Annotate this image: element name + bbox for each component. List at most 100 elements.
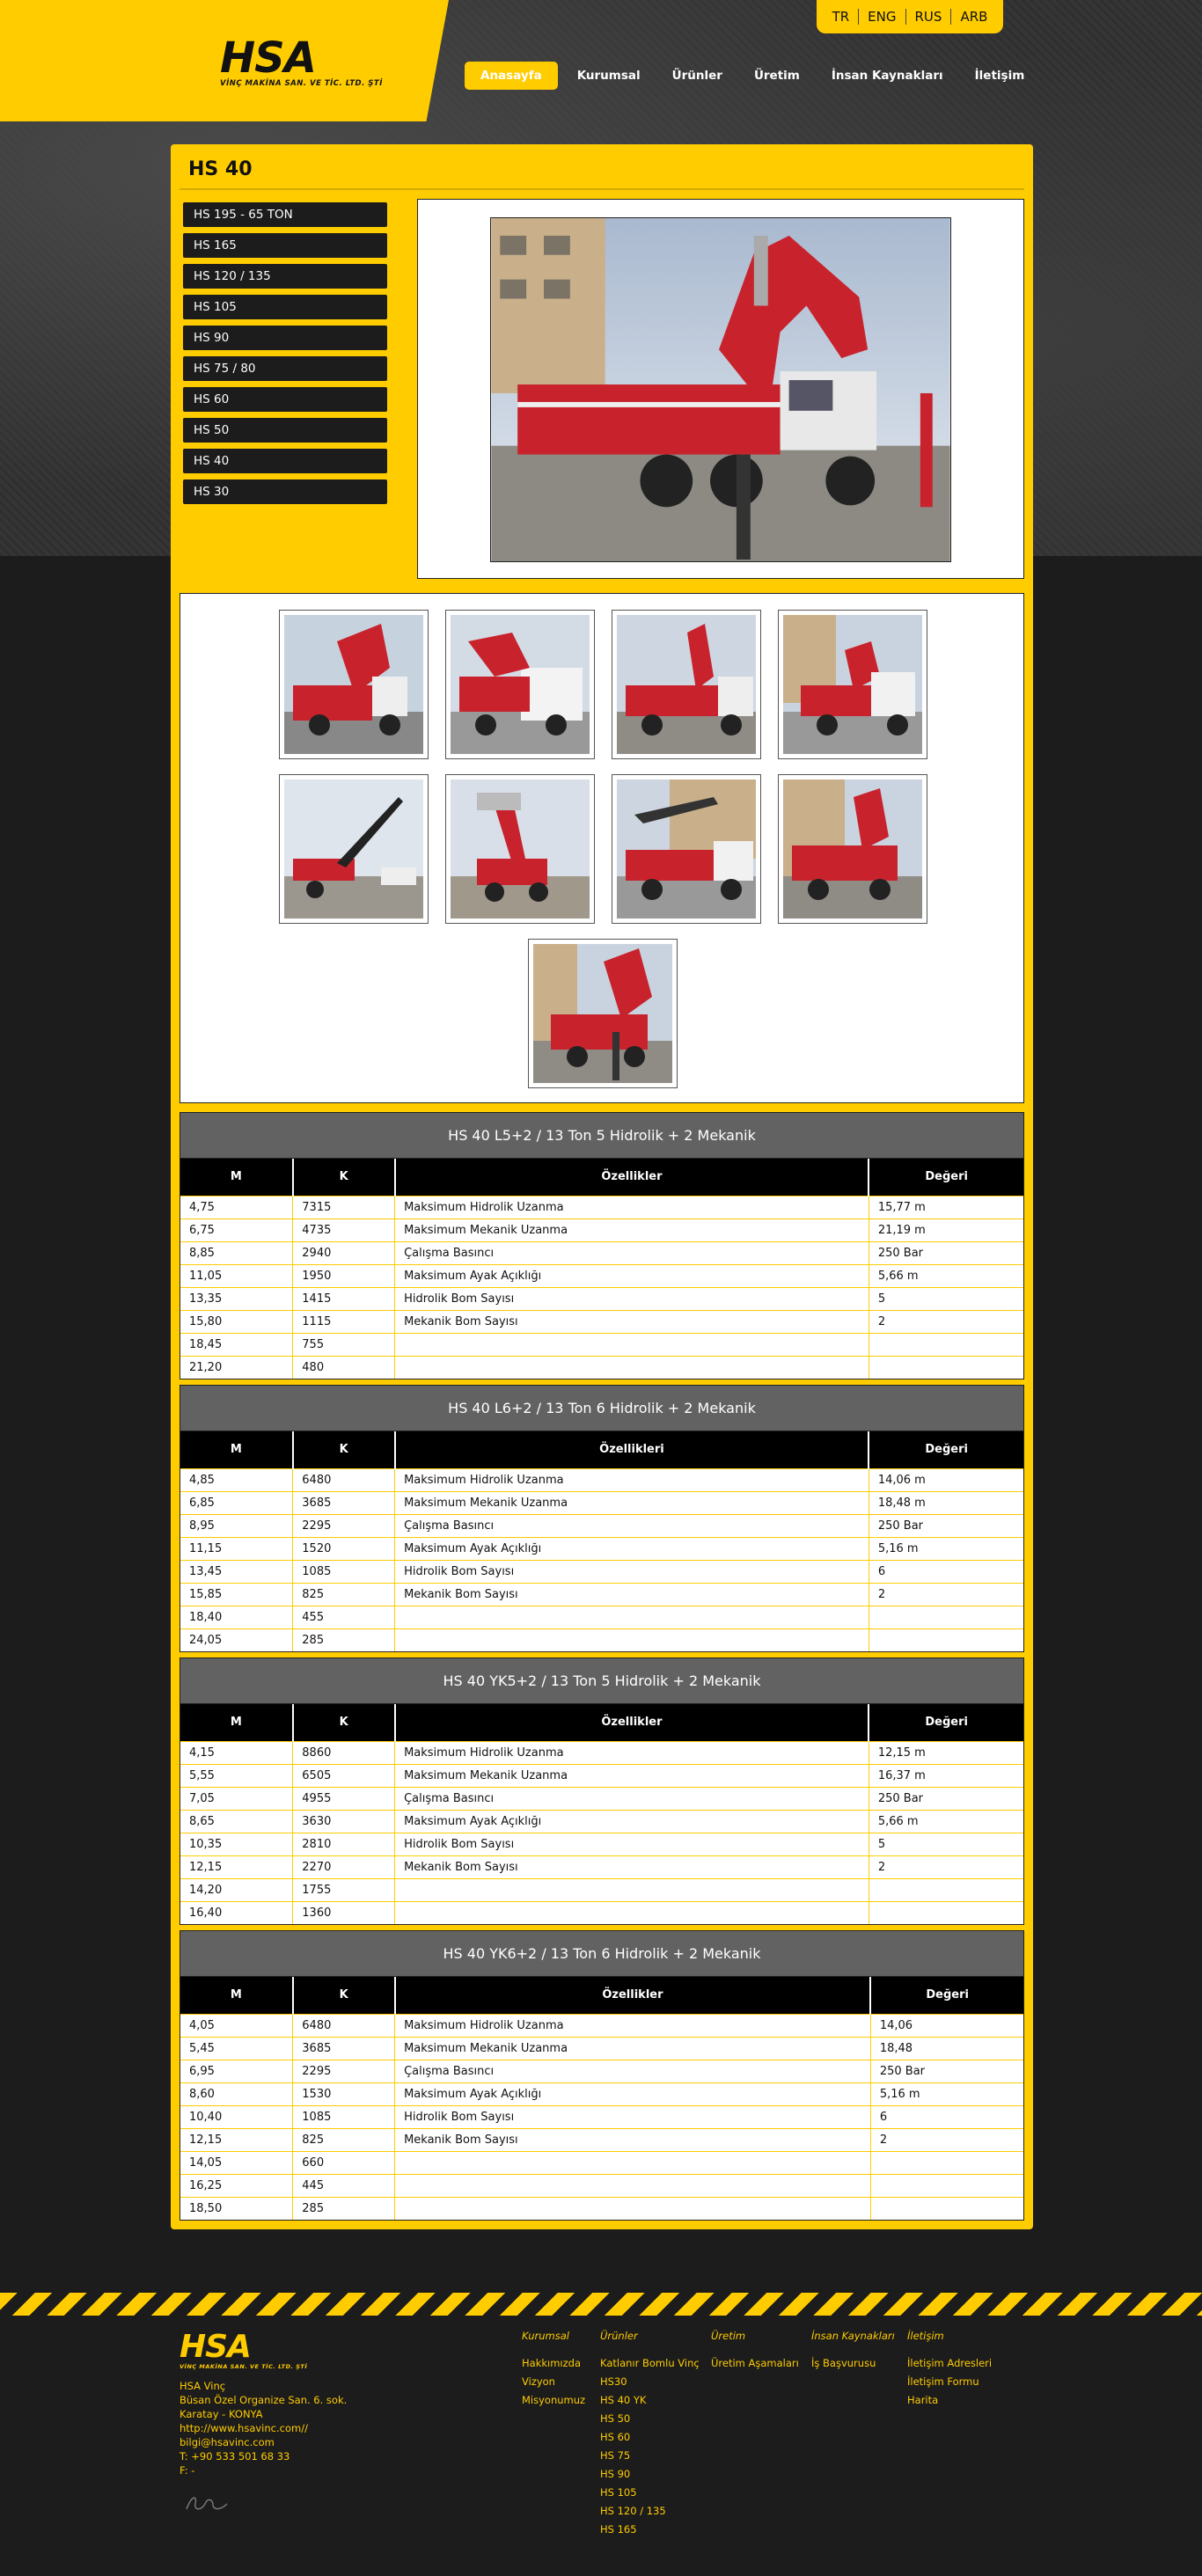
table-cell (869, 1355, 1023, 1379)
nav-uretim[interactable]: Üretim (738, 62, 816, 90)
table-cell: Çalışma Basıncı (394, 2059, 871, 2082)
table-cell: 18,40 (180, 1605, 294, 1628)
email-link[interactable]: bilgi@hsavinc.com (180, 2435, 347, 2449)
col-header-ozellikleri: Özellikleri (394, 1431, 870, 1468)
table-row: 6,95 2295 Çalışma Basıncı 250 Bar (180, 2059, 1023, 2082)
gallery-thumb-9[interactable] (528, 939, 678, 1088)
table-row: 21,20 480 (180, 1355, 1023, 1379)
gallery-thumb-6[interactable] (445, 774, 595, 924)
nav-kurumsal[interactable]: Kurumsal (561, 62, 656, 90)
nav-iletisim[interactable]: İletişim (959, 62, 1041, 90)
footer-link-hs40yk[interactable]: HS 40 YK (600, 2391, 700, 2410)
table-cell (394, 1355, 869, 1379)
footer-link-is-basvurusu[interactable]: İş Başvurusu (811, 2354, 895, 2373)
table-cell (394, 1605, 869, 1628)
table-cell: 6505 (292, 1763, 396, 1787)
table-row: 16,40 1360 (180, 1900, 1023, 1924)
gallery-thumb-3[interactable] (612, 610, 761, 759)
lang-tr[interactable]: TR (824, 9, 860, 25)
nav-urunler[interactable]: Ürünler (656, 62, 738, 90)
table-cell: 5,16 m (869, 1536, 1023, 1560)
table-cell: Maksimum Mekanik Uzanma (394, 2036, 871, 2060)
footer-col-urunler: Ürünler Katlanır Bomlu Vinç HS30 HS 40 Y… (600, 2330, 700, 2539)
table-cell: 8,65 (180, 1809, 294, 1833)
footer-link-uretim-asamalari[interactable]: Üretim Aşamaları (711, 2354, 799, 2373)
spec-table-grid: M K Özellikler Değeri 4,05 6480 Maksimum H… (180, 1977, 1023, 2220)
footer-link-hs60[interactable]: HS 60 (600, 2428, 700, 2447)
gallery-thumb-2[interactable] (445, 610, 595, 759)
side-item-hs195[interactable]: HS 195 - 65 TON (183, 202, 387, 227)
table-row: 7,05 4955 Çalışma Basıncı 250 Bar (180, 1786, 1023, 1810)
side-item-hs75[interactable]: HS 75 / 80 (183, 356, 387, 381)
table-cell (394, 1628, 869, 1651)
table-cell: Maksimum Ayak Açıklığı (394, 1536, 869, 1560)
table-cell (394, 1332, 869, 1356)
lang-eng[interactable]: ENG (859, 9, 906, 25)
table-row: 18,50 285 (180, 2196, 1023, 2220)
gallery-thumb-7[interactable] (612, 774, 761, 924)
site-logo[interactable]: HSA VİNÇ MAKİNA SAN. VE TİC. LTD. ŞTİ (220, 37, 405, 94)
footer-link-hakkimizda[interactable]: Hakkımızda (522, 2354, 585, 2373)
spec-table-yk6: HS 40 YK6+2 / 13 Ton 6 Hidrolik + 2 Meka… (180, 1930, 1024, 2221)
table-row: 12,15 825 Mekanik Bom Sayısı 2 (180, 2127, 1023, 2151)
table-cell: 7,05 (180, 1786, 294, 1810)
designer-signature-logo[interactable] (183, 2492, 232, 2516)
side-item-hs60[interactable]: HS 60 (183, 387, 387, 412)
lang-rus[interactable]: RUS (906, 9, 952, 25)
footer-link-hs30[interactable]: HS30 (600, 2373, 700, 2391)
footer-link-iletisim-formu[interactable]: İletişim Formu (907, 2373, 992, 2391)
footer-logo[interactable]: HSA VİNÇ MAKİNA SAN. VE TİC. LTD. ŞTİ (180, 2331, 307, 2371)
side-item-hs165[interactable]: HS 165 (183, 233, 387, 258)
nav-anasayfa[interactable]: Anasayfa (465, 62, 558, 90)
website-link[interactable]: http://www.hsavinc.com// (180, 2421, 347, 2435)
table-cell: 6 (869, 1559, 1023, 1583)
footer-link-iletisim-adresleri[interactable]: İletişim Adresleri (907, 2354, 992, 2373)
lang-arb[interactable]: ARB (951, 9, 996, 25)
col-header-k: K (292, 1704, 396, 1741)
gallery-thumb-4[interactable] (778, 610, 927, 759)
side-item-hs30[interactable]: HS 30 (183, 479, 387, 504)
footer-link-hs105[interactable]: HS 105 (600, 2484, 700, 2502)
table-cell: 10,40 (180, 2104, 294, 2128)
footer-link-hs75[interactable]: HS 75 (600, 2447, 700, 2465)
table-row: 4,85 6480 Maksimum Hidrolik Uzanma 14,06 m (180, 1467, 1023, 1491)
gallery-thumb-5[interactable] (279, 774, 429, 924)
table-cell: 825 (292, 1582, 396, 1606)
address-city: Karatay - KONYA (180, 2408, 263, 2420)
footer-link-hs90[interactable]: HS 90 (600, 2465, 700, 2484)
footer-link-harita[interactable]: Harita (907, 2391, 992, 2410)
col-header-degeri: Değeri (869, 1704, 1023, 1741)
side-item-hs50[interactable]: HS 50 (183, 418, 387, 443)
gallery-thumb-8[interactable] (778, 774, 927, 924)
side-item-hs105[interactable]: HS 105 (183, 295, 387, 319)
footer-link-katlanir[interactable]: Katlanır Bomlu Vinç (600, 2354, 700, 2373)
table-cell: 6,85 (180, 1490, 294, 1514)
table-cell: 3685 (292, 2036, 396, 2060)
table-row: 15,80 1115 Mekanik Bom Sayısı 2 (180, 1309, 1023, 1333)
table-row: 5,45 3685 Maksimum Mekanik Uzanma 18,48 (180, 2036, 1023, 2060)
language-switcher: TR ENG RUS ARB (817, 0, 1003, 33)
gallery-thumb-1[interactable] (279, 610, 429, 759)
table-cell: 21,20 (180, 1355, 294, 1379)
footer-link-hs165[interactable]: HS 165 (600, 2521, 700, 2539)
side-item-hs90[interactable]: HS 90 (183, 326, 387, 350)
product-side-menu: HS 195 - 65 TON HS 165 HS 120 / 135 HS 1… (183, 202, 387, 510)
table-cell: 1360 (292, 1900, 396, 1924)
footer-link-hs50[interactable]: HS 50 (600, 2410, 700, 2428)
table-cell: 3685 (292, 1490, 396, 1514)
footer-link-misyonumuz[interactable]: Misyonumuz (522, 2391, 585, 2410)
table-cell (394, 1877, 869, 1901)
table-cell: 11,15 (180, 1536, 294, 1560)
table-cell: 5,55 (180, 1763, 294, 1787)
side-item-hs120[interactable]: HS 120 / 135 (183, 264, 387, 289)
table-cell: Hidrolik Bom Sayısı (394, 2104, 871, 2128)
main-crane-photo[interactable] (490, 217, 951, 562)
footer-link-vizyon[interactable]: Vizyon (522, 2373, 585, 2391)
table-cell: 250 Bar (869, 1513, 1023, 1537)
table-cell: Mekanik Bom Sayısı (394, 2127, 871, 2151)
nav-insan-kaynaklari[interactable]: İnsan Kaynakları (816, 62, 959, 90)
table-cell: 13,35 (180, 1286, 294, 1310)
table-cell: 18,48 m (869, 1490, 1023, 1514)
footer-link-hs120[interactable]: HS 120 / 135 (600, 2502, 700, 2521)
side-item-hs40[interactable]: HS 40 (183, 449, 387, 473)
